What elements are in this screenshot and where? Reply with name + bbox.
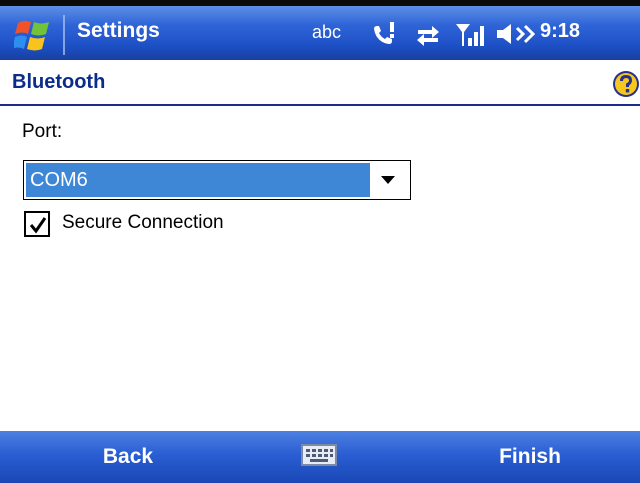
- windows-start-icon[interactable]: [12, 17, 52, 53]
- help-icon[interactable]: [612, 70, 640, 98]
- finish-button[interactable]: Finish: [400, 445, 640, 469]
- secure-connection-label: Secure Connection: [62, 212, 224, 233]
- clock[interactable]: 9:18: [540, 20, 580, 43]
- title-separator: [63, 15, 65, 55]
- page-title: Bluetooth: [12, 71, 106, 93]
- input-mode-indicator[interactable]: abc: [312, 22, 341, 43]
- port-selected-value[interactable]: COM6: [26, 163, 370, 197]
- connectivity-icon[interactable]: [414, 20, 442, 53]
- port-label: Port:: [22, 121, 63, 142]
- softkey-bar: Back Finish: [0, 431, 640, 483]
- volume-icon[interactable]: [495, 20, 536, 53]
- app-title: Settings: [77, 19, 160, 42]
- title-bar: Settings abc 9:18: [0, 0, 640, 60]
- signal-strength-icon[interactable]: [454, 20, 488, 53]
- phone-missed-icon[interactable]: [370, 20, 398, 53]
- back-button[interactable]: Back: [0, 445, 256, 469]
- chevron-down-icon[interactable]: [378, 173, 398, 187]
- secure-connection-checkbox[interactable]: [24, 211, 50, 237]
- page-header: Bluetooth: [0, 60, 640, 106]
- port-dropdown[interactable]: COM6: [23, 160, 411, 200]
- keyboard-icon[interactable]: [300, 443, 340, 469]
